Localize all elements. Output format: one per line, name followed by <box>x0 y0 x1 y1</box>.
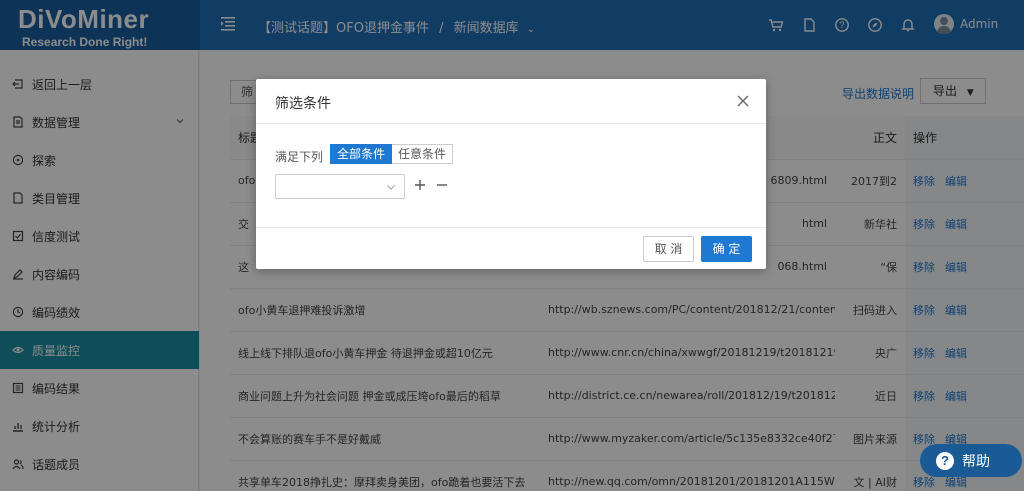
add-condition-icon[interactable] <box>414 179 426 191</box>
any-condition-option[interactable]: 任意条件 <box>392 144 454 164</box>
dialog-title: 筛选条件 <box>275 96 331 112</box>
filter-dialog: 筛选条件 满足下列 全部条件 任意条件 取 消 确 定 <box>256 79 766 269</box>
help-label: 帮助 <box>962 453 990 470</box>
dialog-header: 筛选条件 <box>256 79 766 124</box>
confirm-button[interactable]: 确 定 <box>701 236 752 262</box>
dialog-body: 满足下列 全部条件 任意条件 <box>256 124 766 227</box>
help-button[interactable]: ? 帮助 <box>920 444 1022 477</box>
chevron-down-icon <box>387 185 395 190</box>
help-icon: ? <box>936 451 954 470</box>
dialog-footer: 取 消 确 定 <box>256 227 766 269</box>
cancel-button[interactable]: 取 消 <box>643 236 694 262</box>
condition-label: 满足下列 <box>275 150 324 164</box>
all-conditions-option[interactable]: 全部条件 <box>330 144 393 164</box>
condition-field-select[interactable] <box>275 174 405 199</box>
close-icon[interactable] <box>736 94 750 108</box>
remove-condition-icon[interactable] <box>436 179 448 191</box>
condition-mode-toggle: 全部条件 任意条件 <box>330 144 454 164</box>
